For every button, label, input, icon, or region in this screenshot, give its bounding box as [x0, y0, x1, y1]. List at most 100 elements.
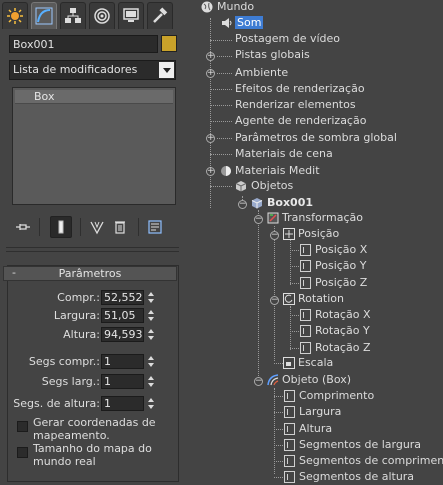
tree-node-scene-materials[interactable]: Materiais de cena	[235, 147, 333, 161]
tree-label: Escala	[298, 356, 334, 369]
tree-guide	[210, 89, 232, 90]
tree-node-height[interactable]: Altura	[299, 422, 332, 436]
tree-node-global-tracks[interactable]: Pistas globais	[235, 48, 310, 62]
expand-toggle-icon[interactable]: +	[206, 167, 215, 176]
collapse-toggle-icon[interactable]: −	[254, 377, 263, 386]
stack-toolbar	[10, 216, 178, 240]
tree-node-render-effects[interactable]: Efeitos de renderização	[235, 82, 365, 96]
tree-label: Materiais de cena	[235, 147, 333, 160]
width-segs-spinner[interactable]	[146, 374, 155, 389]
track-icon	[284, 423, 295, 435]
rollout-title: Parâmetros	[58, 267, 122, 280]
height-input[interactable]: 94,593	[101, 327, 144, 342]
length-segs-spinner[interactable]	[146, 354, 155, 369]
tree-node-transform[interactable]: Transformação	[267, 211, 363, 225]
command-panel-tabs	[2, 2, 182, 29]
tree-guide	[210, 18, 211, 208]
configure-modifier-sets-button[interactable]	[144, 216, 166, 238]
tree-node-rotation-z[interactable]: Rotação Z	[315, 341, 370, 355]
motion-icon	[94, 8, 110, 24]
tree-guide	[210, 40, 232, 41]
label-line: Gerar coordenadas de	[33, 416, 156, 429]
tree-node-rotation[interactable]: Rotation	[283, 292, 344, 306]
height-segs-spinner[interactable]	[146, 396, 155, 411]
expand-toggle-icon[interactable]: +	[206, 52, 215, 61]
tree-node-scale[interactable]: Escala	[283, 356, 333, 370]
length-input[interactable]: 52,552	[101, 290, 144, 305]
object-color-swatch[interactable]	[161, 35, 177, 52]
tree-node-width[interactable]: Largura	[299, 405, 341, 419]
divider	[138, 218, 139, 236]
tree-node-length-segments[interactable]: Segmentos de comprimento	[299, 454, 443, 468]
width-input[interactable]: 51,05	[101, 308, 144, 323]
tree-node-height-segments[interactable]: Segmentos de altura	[299, 470, 414, 484]
tree-node-rotation-y[interactable]: Rotação Y	[315, 324, 370, 338]
object-name-field[interactable]: Box001	[9, 35, 158, 53]
param-row-height-segs: Segs. de altura: 1	[0, 396, 185, 412]
expand-toggle-icon[interactable]: +	[206, 69, 215, 78]
parameters-rollout-header[interactable]: - Parâmetros	[3, 266, 177, 281]
width-spinner[interactable]	[146, 308, 155, 323]
height-spinner[interactable]	[146, 327, 155, 342]
tree-node-position-y[interactable]: Posição Y	[315, 259, 367, 273]
tree-node-render-agent[interactable]: Agente de renderização	[235, 114, 366, 128]
collapse-toggle-icon[interactable]: −	[270, 231, 279, 240]
real-world-map-size-checkbox[interactable]	[17, 447, 28, 458]
modifier-list-label: Lista de modificadores	[13, 63, 138, 76]
pin-icon	[16, 224, 30, 230]
tree-guide	[210, 186, 232, 187]
material-sphere-icon	[221, 166, 231, 176]
objects-cube-icon	[235, 181, 247, 192]
collapse-toggle-icon[interactable]: −	[238, 200, 247, 209]
remove-modifier-button[interactable]	[109, 216, 131, 238]
height-segs-input[interactable]: 1	[101, 396, 144, 411]
pin-stack-button[interactable]	[12, 216, 34, 238]
tree-node-width-segments[interactable]: Segmentos de largura	[299, 438, 421, 452]
make-unique-button[interactable]	[86, 216, 108, 238]
width-segs-input[interactable]: 1	[101, 374, 144, 389]
tree-node-object-box[interactable]: Objeto (Box)	[267, 373, 351, 387]
tree-node-length[interactable]: Comprimento	[299, 389, 374, 403]
tab-create[interactable]	[2, 2, 28, 29]
tab-motion[interactable]	[89, 2, 115, 29]
tab-modify[interactable]	[31, 2, 57, 29]
tree-node-position-x[interactable]: Posição X	[315, 243, 367, 257]
tree-node-render-elements[interactable]: Renderizar elementos	[235, 98, 356, 112]
track-icon	[300, 342, 311, 354]
tree-label: Segmentos de largura	[299, 438, 422, 451]
tab-hierarchy[interactable]	[60, 2, 86, 29]
tree-label: Segmentos de comprimento	[299, 454, 443, 467]
modifier-list-dropdown[interactable]: Lista de modificadores	[9, 60, 176, 80]
param-label: Segs larg.:	[41, 375, 100, 388]
show-end-result-button[interactable]	[50, 216, 72, 238]
tree-guide	[274, 429, 283, 430]
collapse-toggle-icon[interactable]: −	[254, 215, 263, 224]
tree-node-objects[interactable]: Objetos	[235, 179, 293, 193]
tab-utilities[interactable]	[147, 2, 173, 29]
stack-item-box[interactable]: Box	[15, 90, 173, 104]
tree-node-medit-materials[interactable]: Materiais Medit	[220, 164, 320, 178]
tree-node-position-z[interactable]: Posição Z	[315, 276, 367, 290]
tree-label: Posição Y	[315, 259, 367, 272]
tree-node-video-post[interactable]: Postagem de vídeo	[235, 32, 340, 46]
tree-node-box001[interactable]: Box001	[251, 196, 313, 210]
tree-guide	[274, 363, 283, 364]
track-icon	[284, 455, 295, 467]
tree-node-environment[interactable]: Ambiente	[235, 66, 288, 80]
gen-mapping-coords-checkbox[interactable]	[17, 421, 28, 432]
length-spinner[interactable]	[146, 290, 155, 305]
tree-label: Posição Z	[315, 276, 368, 289]
tree-guide	[290, 315, 299, 316]
tree-label: Box001	[267, 196, 313, 209]
tree-node-world[interactable]: Mundo	[201, 0, 254, 14]
chevron-down-icon[interactable]	[159, 62, 174, 78]
tree-node-global-shadow[interactable]: Parâmetros de sombra global	[235, 131, 397, 145]
tree-node-position[interactable]: Posição	[283, 227, 339, 241]
expand-toggle-icon[interactable]: +	[206, 134, 215, 143]
tab-display[interactable]	[118, 2, 144, 29]
tree-guide	[274, 445, 283, 446]
length-segs-input[interactable]: 1	[101, 354, 144, 369]
tree-node-rotation-x[interactable]: Rotação X	[315, 308, 370, 322]
tree-node-sound[interactable]: Som	[221, 16, 264, 30]
collapse-toggle-icon[interactable]: −	[270, 296, 279, 305]
